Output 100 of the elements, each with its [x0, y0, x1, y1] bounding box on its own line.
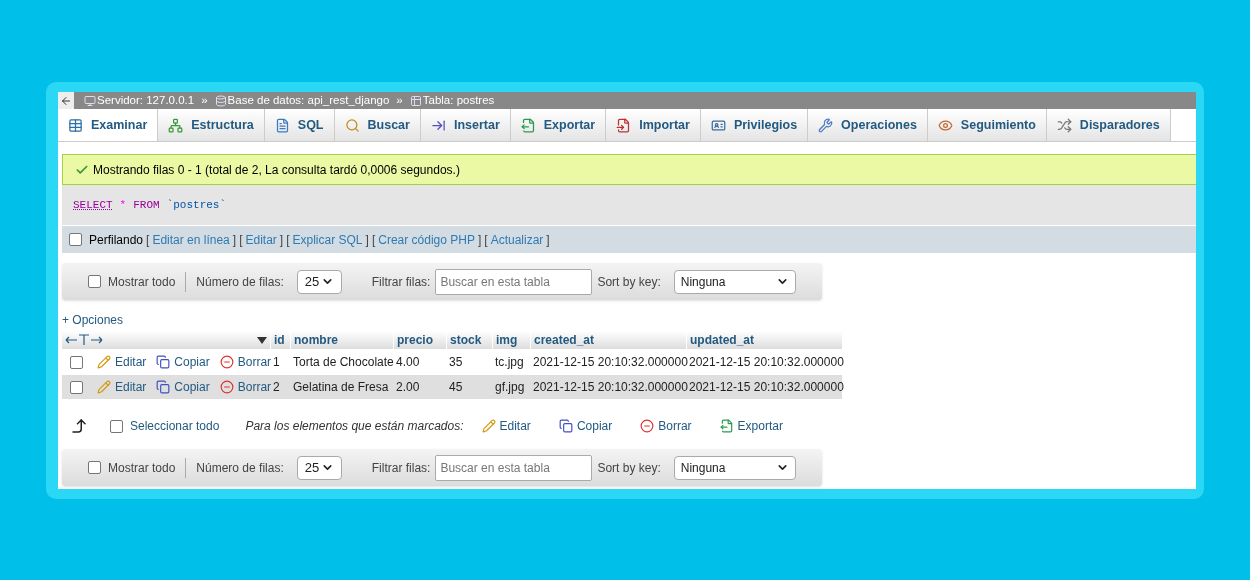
column-header[interactable]: nombre: [290, 331, 393, 349]
table-cell-text: 2021-12-15 20:10:32.000000: [688, 379, 842, 396]
column-header[interactable]: created_at: [530, 331, 686, 349]
bracket: ]: [279, 231, 284, 249]
table-cell-text: 35: [448, 354, 464, 371]
rows-select[interactable]: 25: [296, 269, 342, 294]
table-cell-text: 2.00: [395, 379, 421, 396]
copy-icon: [156, 380, 171, 394]
profiling-link[interactable]: Crear código PHP: [378, 230, 475, 249]
separator: »: [201, 92, 208, 108]
action-link[interactable]: Borrar: [237, 353, 272, 371]
bracket: ]: [365, 231, 369, 249]
separator: »: [396, 92, 403, 108]
tab[interactable]: Privilegios: [700, 109, 809, 141]
bracket: ]: [232, 231, 237, 249]
sort-select[interactable]: Ninguna: [673, 269, 796, 294]
rows-label: Número de filas:: [196, 273, 284, 291]
table-cell-text: 2021-12-15 20:10:32.000000: [532, 354, 686, 371]
action-link[interactable]: Borrar: [237, 378, 272, 396]
message-text: Mostrando filas 0 - 1 (total de 2, La consulta tardó 0,0006 segundos.): [93, 161, 460, 179]
sql-token: *: [119, 197, 127, 213]
sort-label: Sort by key:: [597, 273, 661, 291]
action-link[interactable]: Borrar: [658, 417, 692, 435]
search-icon: [344, 117, 360, 133]
profiling-link[interactable]: Actualizar: [490, 230, 544, 249]
table-cell-text: 1: [272, 354, 281, 371]
bracket: ]: [477, 231, 482, 249]
checkbox[interactable]: [70, 355, 83, 369]
column-header[interactable]: stock: [446, 331, 492, 349]
import-icon: [616, 117, 632, 133]
rows-select[interactable]: 25: [296, 455, 342, 480]
arrow-up-icon: [70, 417, 88, 435]
checkbox[interactable]: [88, 275, 101, 288]
select-all-link[interactable]: Seleccionar todo: [130, 417, 220, 435]
column-header[interactable]: img: [492, 331, 530, 349]
action-link[interactable]: Copiar: [174, 353, 210, 371]
table-cell-text: 45: [448, 379, 464, 396]
pencil-icon: [97, 355, 111, 369]
wrench-icon: [818, 117, 834, 133]
delete-icon: [640, 419, 655, 433]
export-icon: [719, 419, 734, 433]
bulk-prompt: Para los elementos que están marcados:: [245, 418, 464, 435]
table-cell-text: 4.00: [395, 354, 421, 371]
tab[interactable]: Seguimiento: [927, 109, 1047, 141]
bracket: [: [239, 231, 243, 249]
breadcrumb-link[interactable]: Base de datos: api_rest_django: [227, 92, 390, 110]
tab[interactable]: Operaciones: [808, 109, 928, 141]
filter-label: Filtrar filas:: [371, 459, 431, 477]
filter-field[interactable]: Buscar en esta tabla: [435, 268, 593, 295]
database-icon: [214, 94, 227, 107]
profiling-label: Perfilando: [89, 231, 144, 249]
table-cell-text: 2021-12-15 20:10:32.000000: [688, 354, 842, 371]
column-header[interactable]: precio: [393, 331, 446, 349]
bracket: [: [286, 231, 290, 249]
table-icon: [409, 94, 422, 107]
checkbox[interactable]: [110, 419, 123, 433]
breadcrumb-link[interactable]: Servidor: 127.0.0.1: [97, 92, 195, 110]
sort-select[interactable]: Ninguna: [673, 455, 796, 480]
sql-token: SELECT: [73, 197, 113, 213]
filter-field[interactable]: Buscar en esta tabla: [435, 454, 593, 481]
checkbox[interactable]: [88, 461, 101, 474]
tab[interactable]: Importar: [606, 109, 701, 141]
document-icon: [274, 117, 290, 133]
table-cell-text: Torta de Chocolate: [292, 354, 393, 371]
bracket: [: [484, 231, 488, 249]
table-cell-text: 2: [272, 379, 281, 396]
action-link[interactable]: Editar: [499, 417, 531, 435]
action-link[interactable]: Editar: [115, 353, 147, 371]
tab[interactable]: Buscar: [334, 109, 421, 141]
action-link[interactable]: Editar: [115, 378, 147, 396]
filter-label: Filtrar filas:: [371, 273, 431, 291]
checkbox[interactable]: [69, 233, 82, 246]
profiling-link[interactable]: Explicar SQL: [292, 230, 363, 249]
profiling-link[interactable]: Editar: [245, 230, 277, 249]
tab[interactable]: Insertar: [420, 109, 511, 141]
profiling-link[interactable]: Editar en línea: [152, 230, 230, 249]
sql-token: `postres`: [166, 197, 227, 213]
breadcrumb-link[interactable]: Tabla: postres: [422, 92, 495, 110]
back-arrow-icon: [60, 94, 72, 107]
id-card-icon: [710, 117, 726, 133]
tab[interactable]: Disparadores: [1046, 109, 1171, 141]
action-link[interactable]: Exportar: [737, 417, 783, 435]
column-header[interactable]: updated_at: [686, 331, 842, 349]
bracket: [: [146, 231, 150, 249]
checkbox[interactable]: [70, 380, 83, 394]
options-link[interactable]: + Opciones: [62, 311, 124, 329]
eye-icon: [937, 117, 953, 133]
tab[interactable]: Exportar: [510, 109, 607, 141]
column-header[interactable]: id: [270, 331, 290, 349]
sql-token: FROM: [133, 197, 160, 213]
sort-label: Sort by key:: [597, 459, 661, 477]
show-all-label: Mostrar todo: [108, 273, 176, 291]
action-link[interactable]: Copiar: [174, 378, 210, 396]
rows-label: Número de filas:: [196, 459, 284, 477]
table-cell-text: tc.jpg: [494, 354, 525, 371]
back-button[interactable]: [58, 92, 74, 109]
action-link[interactable]: Copiar: [576, 417, 613, 435]
tab[interactable]: SQL: [264, 109, 335, 141]
show-all-label: Mostrar todo: [108, 459, 176, 477]
tab[interactable]: Estructura: [158, 109, 265, 141]
